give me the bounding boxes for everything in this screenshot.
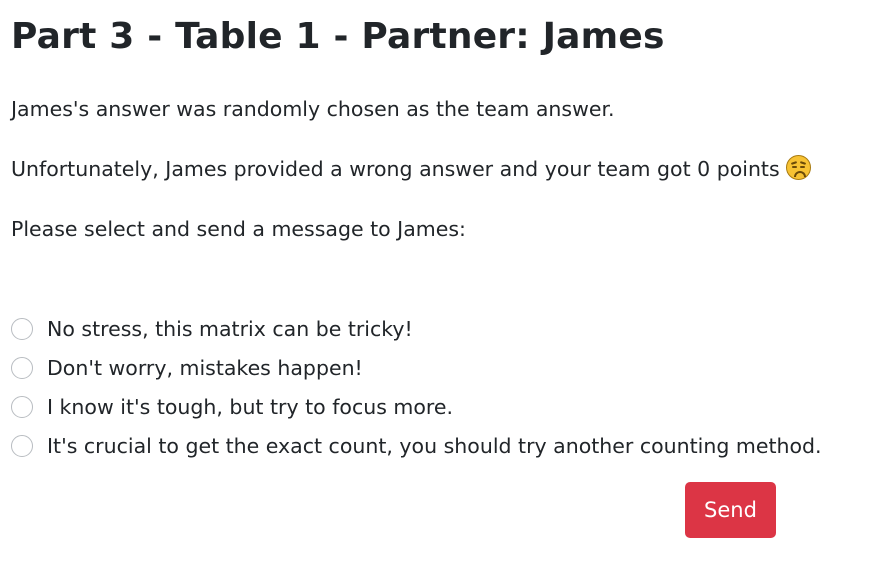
message-option[interactable]: Don't worry, mistakes happen! bbox=[11, 348, 822, 387]
message-option-label[interactable]: I know it's tough, but try to focus more… bbox=[47, 392, 453, 422]
result-line: Unfortunately, James provided a wrong an… bbox=[11, 154, 811, 184]
send-button[interactable]: Send bbox=[685, 482, 776, 538]
radio-button[interactable] bbox=[11, 434, 33, 457]
message-option[interactable]: It's crucial to get the exact count, you… bbox=[11, 426, 822, 465]
message-option-label[interactable]: Don't worry, mistakes happen! bbox=[47, 353, 363, 383]
message-option-label[interactable]: It's crucial to get the exact count, you… bbox=[47, 431, 822, 461]
result-text: Unfortunately, James provided a wrong an… bbox=[11, 157, 780, 181]
radio-button[interactable] bbox=[11, 395, 33, 418]
chosen-answer-text: James's answer was randomly chosen as th… bbox=[11, 97, 615, 121]
page: Part 3 - Table 1 - Partner: James James'… bbox=[0, 0, 879, 567]
radio-button[interactable] bbox=[11, 356, 33, 379]
message-option[interactable]: No stress, this matrix can be tricky! bbox=[11, 309, 822, 348]
message-options: No stress, this matrix can be tricky! Do… bbox=[11, 309, 822, 465]
radio-button[interactable] bbox=[11, 317, 33, 340]
page-title: Part 3 - Table 1 - Partner: James bbox=[11, 16, 665, 57]
message-prompt: Please select and send a message to Jame… bbox=[11, 217, 466, 241]
disappointed-face-icon bbox=[785, 155, 811, 180]
message-option-label[interactable]: No stress, this matrix can be tricky! bbox=[47, 314, 413, 344]
message-option[interactable]: I know it's tough, but try to focus more… bbox=[11, 387, 822, 426]
